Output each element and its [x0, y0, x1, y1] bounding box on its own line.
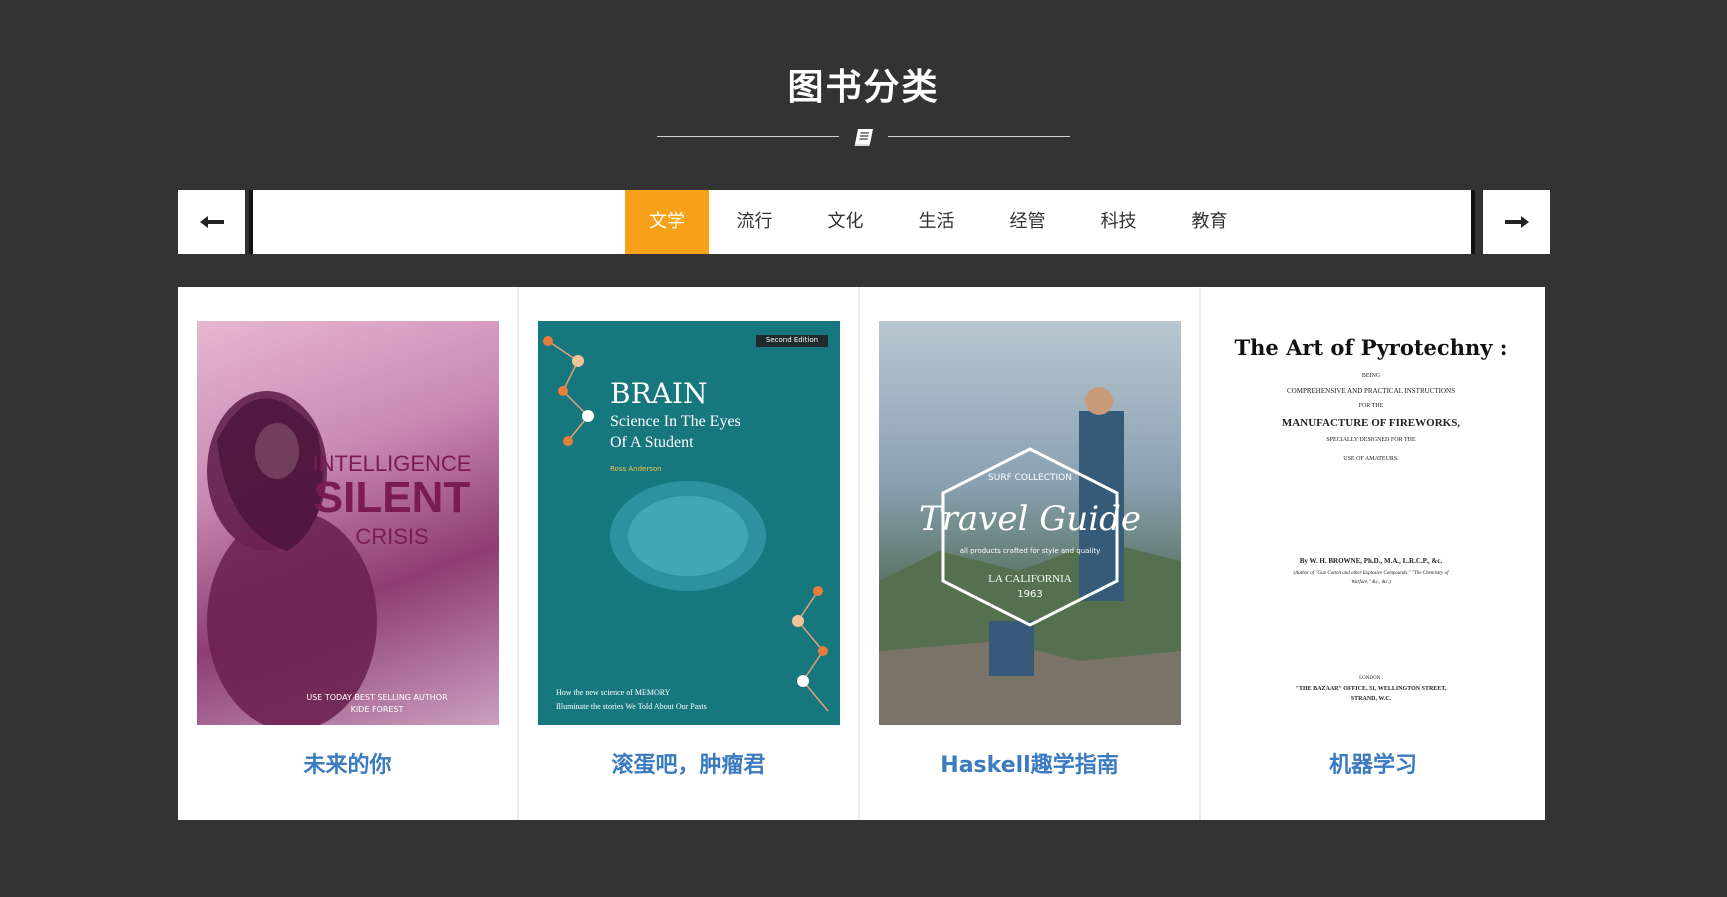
- cover-badge: Second Edition: [765, 336, 819, 344]
- next-button[interactable]: [1483, 190, 1550, 254]
- cover-place: LA CALIFORNIA: [988, 573, 1072, 585]
- cover-author: By W. H. BROWNE, Ph.D., M.A., L.R.C.P., …: [1299, 557, 1443, 565]
- book-title[interactable]: 未来的你: [178, 747, 517, 779]
- category-tab-bar: 文学 流行 文化 生活 经管 科技 教育: [178, 190, 1550, 254]
- cover-footer-1: USE TODAY BEST SELLING AUTHOR: [306, 693, 448, 702]
- tab-management[interactable]: 经管: [982, 190, 1073, 254]
- book-icon: [854, 129, 873, 146]
- cover-author: Ross Anderson: [610, 465, 662, 473]
- book-card: SURF COLLECTION Travel Guide all product…: [860, 287, 1201, 820]
- cover-note-1: (Author of "Gun Cotton and other Explosi…: [1293, 571, 1449, 576]
- book-cover[interactable]: INTELLIGENCE SILENT CRISIS USE TODAY BES…: [197, 321, 499, 725]
- book-title[interactable]: 机器学习: [1201, 747, 1545, 779]
- book-title[interactable]: Haskell趣学指南: [860, 747, 1199, 779]
- cover-line-2: SILENT: [313, 473, 471, 522]
- cover-heading: BRAIN: [610, 377, 708, 410]
- cover-line-3: CRISIS: [355, 524, 429, 549]
- book-card: INTELLIGENCE SILENT CRISIS USE TODAY BES…: [178, 287, 519, 820]
- book-title[interactable]: 滚蛋吧，肿瘤君: [519, 747, 858, 779]
- cover-heading: Travel Guide: [918, 499, 1142, 539]
- book-cover[interactable]: The Art of Pyrotechny : BEING COMPREHENS…: [1220, 321, 1522, 725]
- prev-button[interactable]: [178, 190, 245, 254]
- book-cover[interactable]: Second Edition BRAIN Science In The Eyes…: [538, 321, 840, 725]
- section-title: 图书分类: [787, 67, 940, 108]
- cover-line-5: SPECIALLY DESIGNED FOR THE: [1326, 437, 1416, 443]
- tab-strip: 文学 流行 文化 生活 经管 科技 教育: [249, 190, 1475, 254]
- tab-technology[interactable]: 科技: [1073, 190, 1164, 254]
- cover-footer-2: KIDE FOREST: [350, 705, 404, 714]
- cover-line-2: COMPREHENSIVE AND PRACTICAL INSTRUCTIONS: [1287, 387, 1455, 395]
- cover-year: 1963: [1017, 589, 1043, 600]
- cover-pub-2: "THE BAZAAR" OFFICE, 31, WELLINGTON STRE…: [1295, 686, 1447, 692]
- arrow-right-icon: [1504, 216, 1529, 228]
- tab-education[interactable]: 教育: [1164, 190, 1255, 254]
- cover-note-2: Warfare," &c., &c.): [1351, 580, 1391, 585]
- divider-line-right: [888, 136, 1070, 137]
- arrow-left-icon: [199, 216, 224, 228]
- cover-figure: [207, 391, 377, 725]
- tab-list: 文学 流行 文化 生活 经管 科技 教育: [625, 190, 1255, 254]
- cover-line-1: BEING: [1361, 373, 1381, 379]
- cover-line-4: MANUFACTURE OF FIREWORKS,: [1281, 417, 1461, 429]
- book-grid: INTELLIGENCE SILENT CRISIS USE TODAY BES…: [178, 287, 1550, 820]
- cover-pub-1: LONDON :: [1359, 676, 1383, 681]
- cover-foot-1: How the new science of MEMORY: [556, 688, 671, 697]
- tab-life[interactable]: 生活: [891, 190, 982, 254]
- cover-foot-2: Illuminate the stories We Told About Our…: [556, 702, 707, 711]
- tab-popular[interactable]: 流行: [709, 190, 800, 254]
- book-card: Second Edition BRAIN Science In The Eyes…: [519, 287, 860, 820]
- cover-small: SURF COLLECTION: [988, 473, 1072, 483]
- tab-culture[interactable]: 文化: [800, 190, 891, 254]
- cover-tagline: all products crafted for style and quali…: [959, 547, 1101, 555]
- cover-sub-1: Science In The Eyes: [610, 413, 741, 430]
- book-card: The Art of Pyrotechny : BEING COMPREHENS…: [1201, 287, 1545, 820]
- title-divider: [657, 127, 1070, 147]
- cover-heading: The Art of Pyrotechny :: [1234, 335, 1508, 360]
- cover-sub-2: Of A Student: [610, 434, 694, 451]
- tab-literature[interactable]: 文学: [625, 190, 709, 254]
- book-cover[interactable]: SURF COLLECTION Travel Guide all product…: [879, 321, 1181, 725]
- cover-line-6: USE OF AMATEURS.: [1343, 456, 1399, 462]
- divider-line-left: [657, 136, 839, 137]
- cover-line-3: FOR THE: [1358, 403, 1384, 409]
- cover-pub-3: STRAND, W.C.: [1350, 696, 1392, 702]
